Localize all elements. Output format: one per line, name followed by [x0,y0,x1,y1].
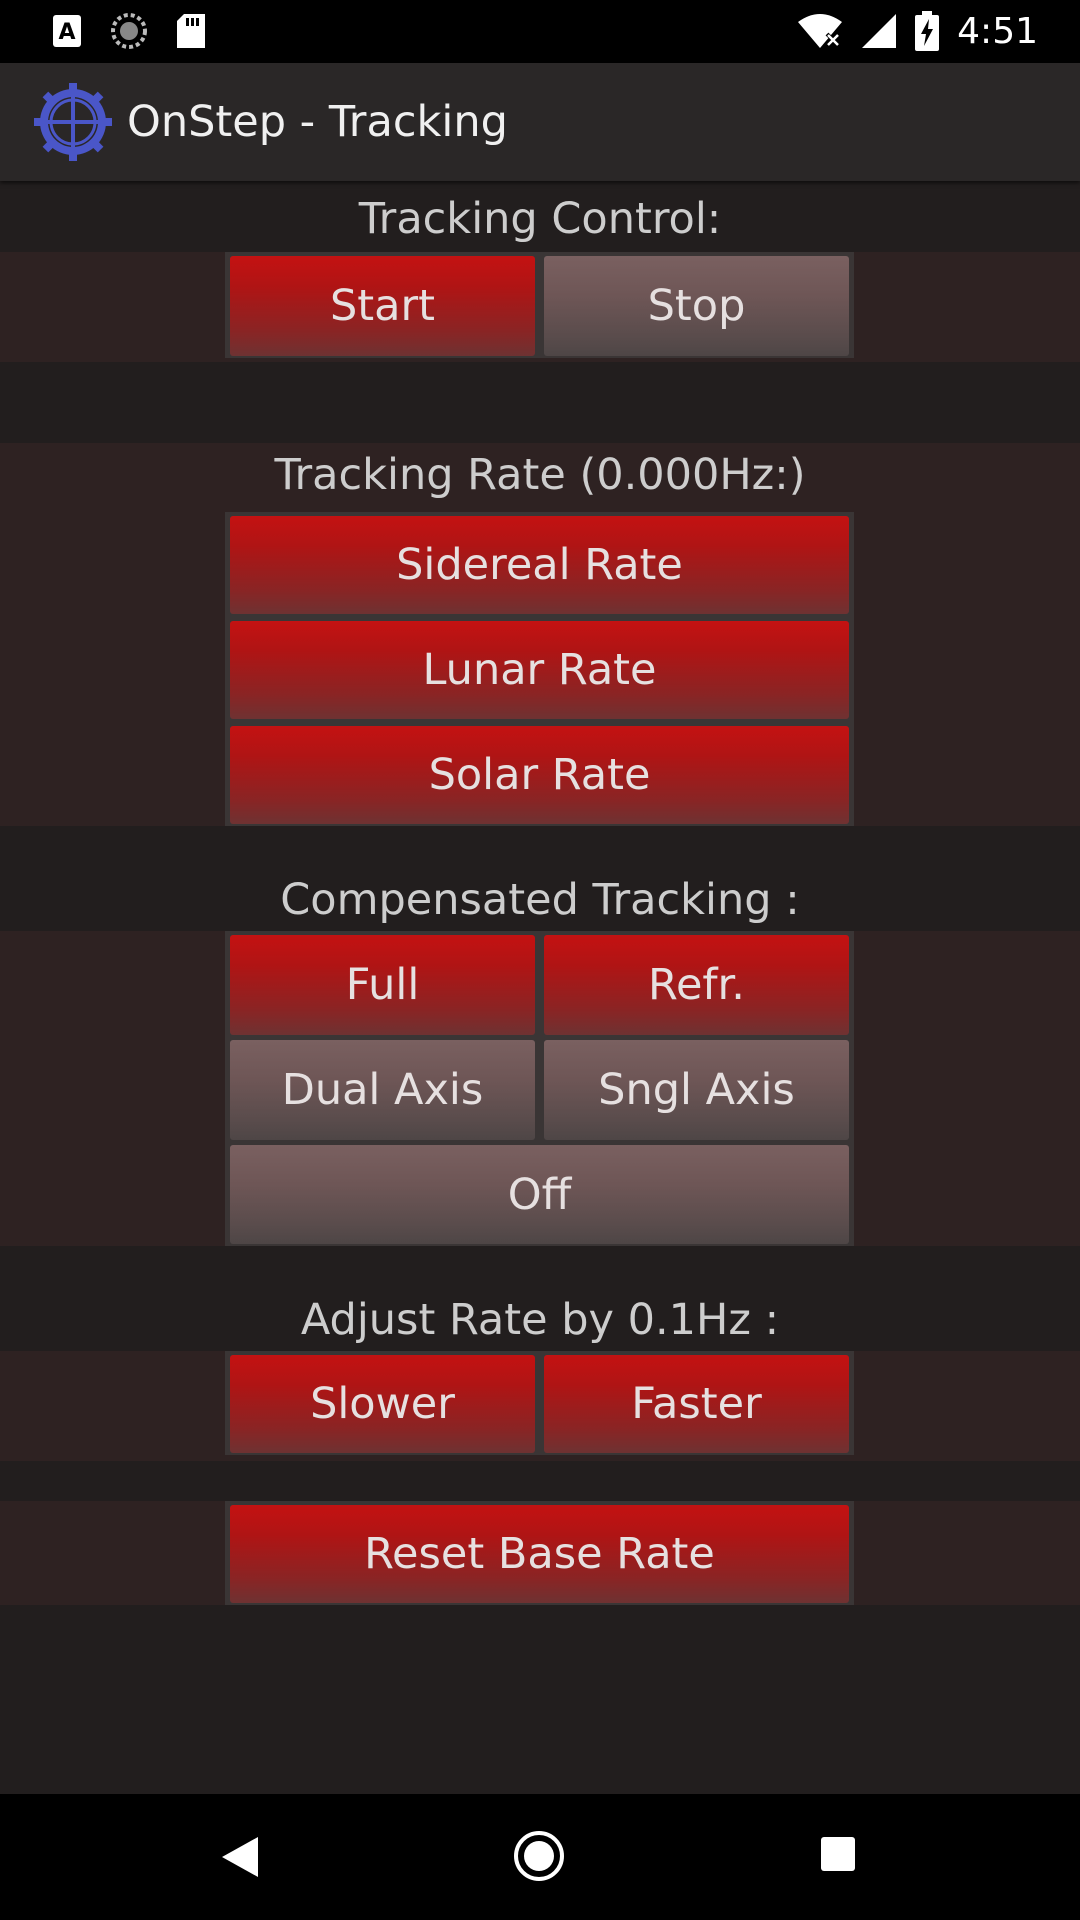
off-button[interactable]: Off [230,1145,849,1244]
full-button[interactable]: Full [230,935,535,1035]
status-right-icons: 4:51 [797,6,1038,56]
sd-card-icon [177,14,205,48]
app-bar: OnStep - Tracking [0,63,1080,181]
cell-signal-icon [862,14,897,48]
compensated-tracking-title: Compensated Tracking : [280,875,800,925]
solar-rate-button[interactable]: Solar Rate [230,726,849,824]
home-icon[interactable] [513,1830,565,1882]
status-left-icons: A [52,12,206,50]
status-clock: 4:51 [957,10,1038,52]
back-icon[interactable] [218,1834,262,1880]
wifi-off-icon [798,14,843,48]
start-button[interactable]: Start [230,256,535,356]
slower-button[interactable]: Slower [230,1355,535,1453]
status-bar: A 4:51 [0,0,1080,63]
recents-icon[interactable] [820,1836,856,1872]
adjust-rate-title: Adjust Rate by 0.1Hz : [300,1295,780,1345]
tracking-rate-title: Tracking Rate (0.000Hz:) [274,450,806,500]
lunar-rate-button[interactable]: Lunar Rate [230,621,849,719]
svg-text:A: A [58,20,75,45]
sidereal-rate-button[interactable]: Sidereal Rate [230,516,849,614]
battery-charging-icon [915,11,940,51]
sngl-axis-button[interactable]: Sngl Axis [544,1040,849,1140]
nav-bar [0,1794,1080,1920]
dual-axis-button[interactable]: Dual Axis [230,1040,535,1140]
refr-button[interactable]: Refr. [544,935,849,1035]
sync-icon [111,13,147,49]
tracking-control-title: Tracking Control: [358,194,722,244]
app-title: OnStep - Tracking [127,97,508,147]
stop-button[interactable]: Stop [544,256,849,356]
faster-button[interactable]: Faster [544,1355,849,1453]
onstep-logo-icon [34,83,112,161]
a-notification-icon: A [53,15,81,47]
reset-base-rate-button[interactable]: Reset Base Rate [230,1505,849,1603]
